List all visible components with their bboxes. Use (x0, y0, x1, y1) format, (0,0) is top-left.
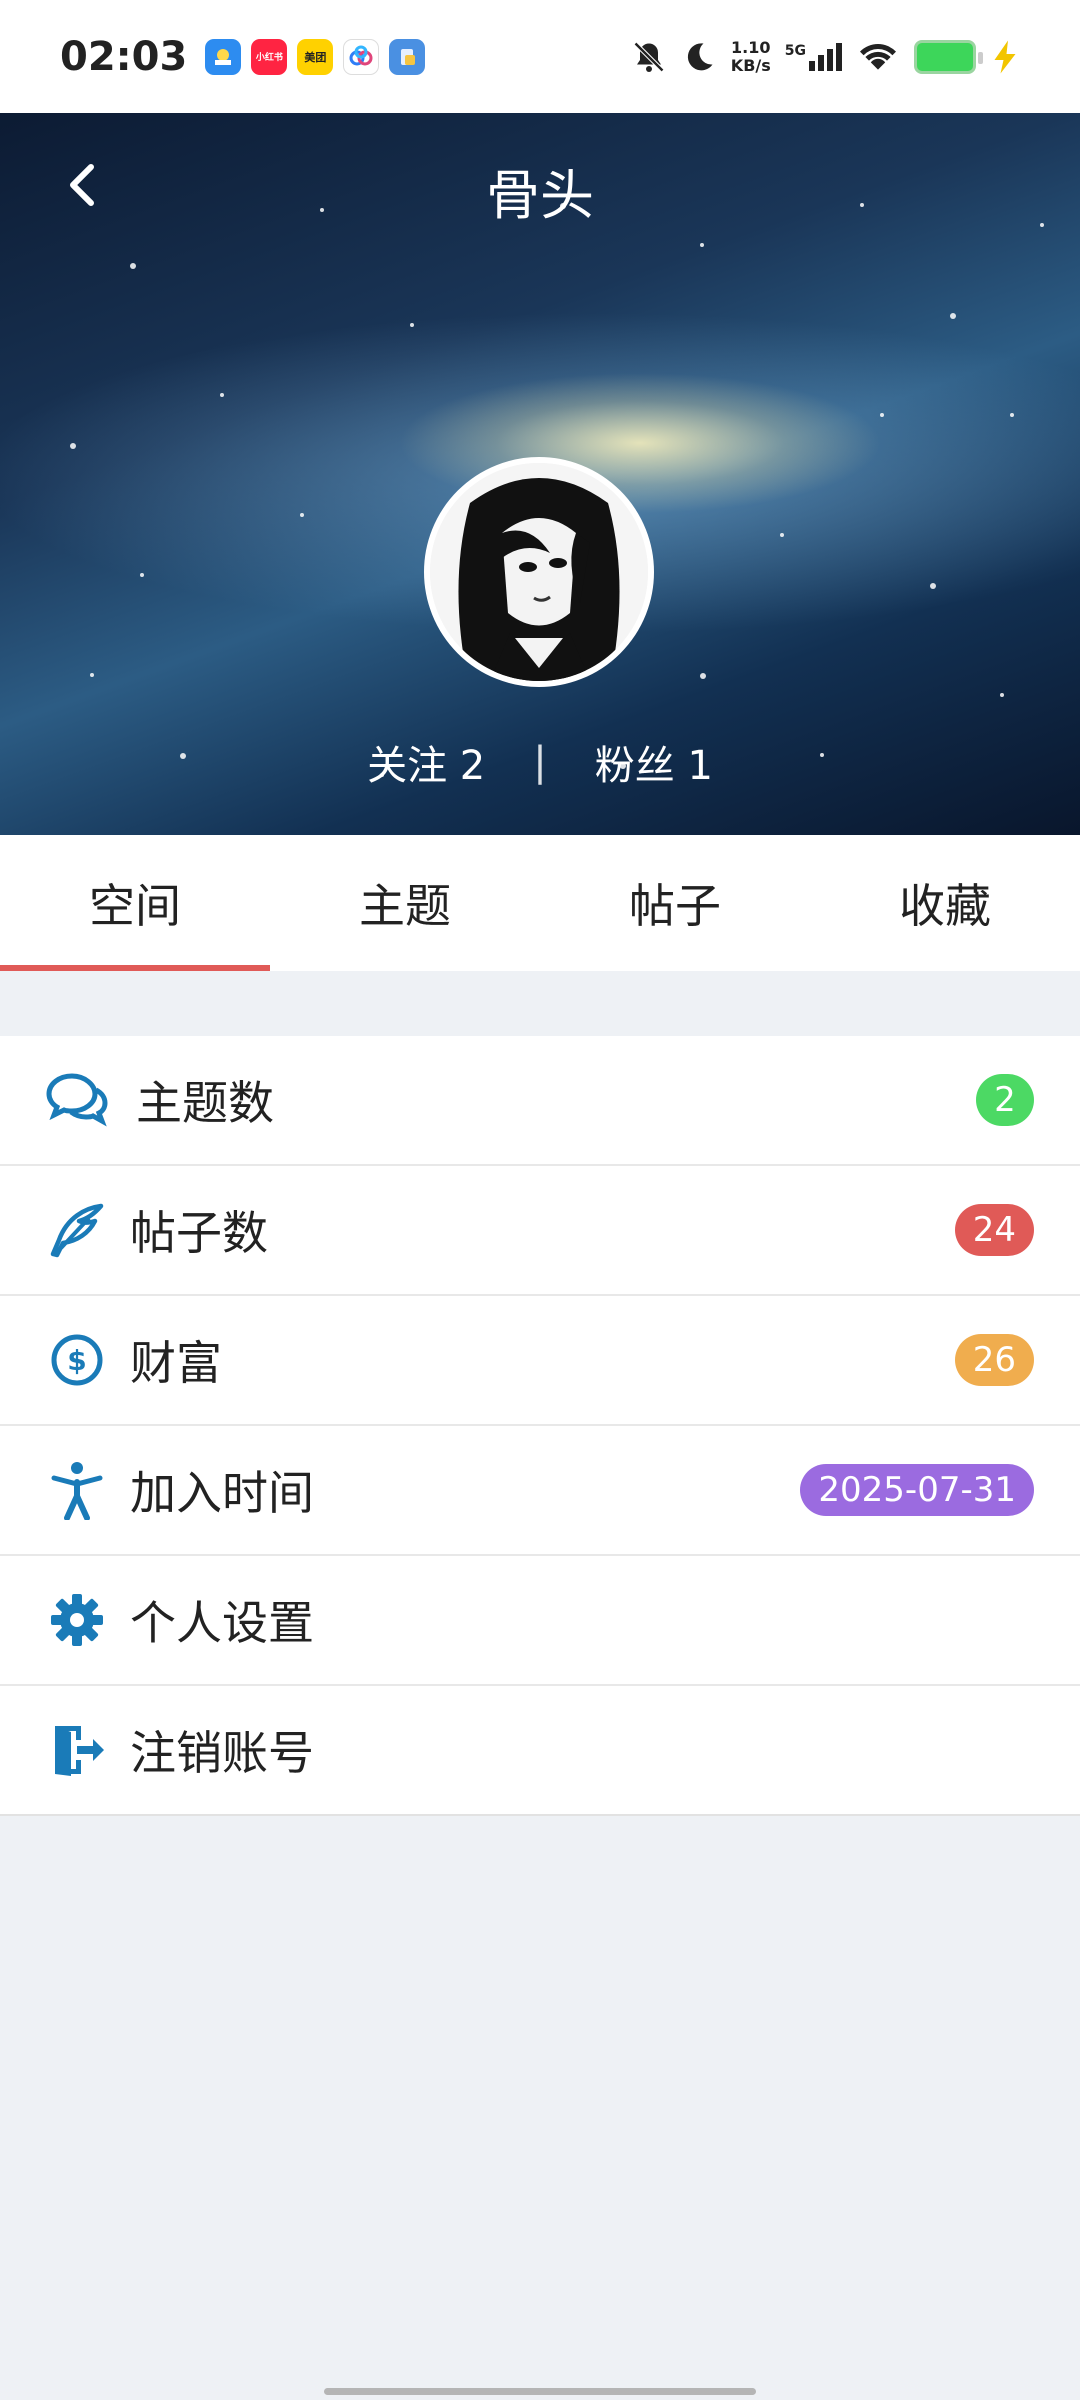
list-item-wealth[interactable]: $ 财富 26 (0, 1296, 1080, 1426)
star-dot (70, 443, 76, 449)
cellular-signal-icon: 5G (784, 42, 842, 71)
status-time: 02:03 (60, 33, 188, 80)
do-not-disturb-moon-icon (687, 42, 713, 70)
star-dot (130, 263, 136, 269)
avatar-illustration (430, 463, 648, 681)
network-speed: 1.10 KB/s (730, 37, 771, 75)
network-type: 5G (784, 42, 806, 59)
feather-icon (46, 1199, 108, 1261)
battery-icon (914, 39, 983, 74)
wifi-icon (860, 43, 896, 70)
list-item-label: 个人设置 (130, 1596, 314, 1650)
fans-count[interactable]: 粉丝 1 (595, 733, 713, 791)
avatar[interactable] (424, 457, 654, 687)
list-item-label: 注销账号 (130, 1726, 314, 1780)
list-item-label: 帖子数 (130, 1206, 268, 1260)
list-item-post-count[interactable]: 帖子数 24 (0, 1166, 1080, 1296)
profile-banner: 骨头 关注 2 | 粉丝 1 (0, 113, 1080, 835)
charging-bolt-icon (994, 40, 1016, 73)
network-speed-value: 1.10 (731, 37, 771, 57)
list-item-label: 财富 (130, 1336, 222, 1390)
star-dot (950, 313, 956, 319)
files-app-icon (389, 38, 426, 75)
stats-divider: | (533, 739, 547, 785)
join-date-badge: 2025-07-31 (800, 1464, 1034, 1516)
tab-topics[interactable]: 主题 (270, 835, 540, 971)
list-item-settings[interactable]: 个人设置 (0, 1556, 1080, 1686)
wealth-badge: 26 (954, 1334, 1034, 1386)
tab-posts[interactable]: 帖子 (540, 835, 810, 971)
gear-icon (46, 1589, 108, 1651)
status-bar: 02:03 小红书 美团 1.10 KB/s 5G (0, 0, 1080, 113)
list-item-label: 加入时间 (130, 1466, 314, 1520)
xiaohongshu-app-icon: 小红书 (251, 38, 288, 75)
following-count[interactable]: 关注 2 (367, 733, 485, 791)
mute-bell-icon (633, 41, 664, 72)
meituan-app-icon: 美团 (297, 38, 334, 75)
profile-menu-list: 主题数 2 帖子数 24 $ 财富 26 加入时间 2025-07-31 个人设… (0, 1036, 1080, 1816)
status-indicators: 1.10 KB/s 5G (631, 37, 1020, 75)
star-dot (140, 573, 144, 577)
profile-tabs: 空间 主题 帖子 收藏 (0, 835, 1080, 971)
network-speed-unit: KB/s (730, 55, 771, 75)
person-icon (46, 1459, 108, 1521)
svg-text:$: $ (67, 1344, 86, 1377)
star-dot (1010, 413, 1014, 417)
list-item-label: 主题数 (136, 1076, 274, 1130)
post-count-badge: 24 (954, 1204, 1034, 1256)
star-dot (220, 393, 224, 397)
tab-favorites[interactable]: 收藏 (810, 835, 1080, 971)
gallery-app-icon (205, 38, 242, 75)
home-indicator[interactable] (324, 2388, 756, 2395)
notification-app-icons: 小红书 美团 (205, 38, 426, 75)
star-dot (930, 583, 936, 589)
page-title: 骨头 (486, 164, 594, 227)
list-item-join-date[interactable]: 加入时间 2025-07-31 (0, 1426, 1080, 1556)
follow-stats: 关注 2 | 粉丝 1 (0, 733, 1080, 791)
star-dot (880, 413, 884, 417)
star-dot (700, 673, 706, 679)
star-dot (700, 243, 704, 247)
logout-icon (46, 1719, 108, 1781)
list-item-logout[interactable]: 注销账号 (0, 1686, 1080, 1816)
baidu-netdisk-app-icon (343, 38, 380, 75)
comments-icon (46, 1069, 108, 1131)
star-dot (780, 533, 784, 537)
star-dot (300, 513, 304, 517)
topic-count-badge: 2 (976, 1074, 1034, 1126)
star-dot (90, 673, 94, 677)
list-item-topic-count[interactable]: 主题数 2 (0, 1036, 1080, 1166)
tab-space[interactable]: 空间 (0, 835, 270, 971)
star-dot (1000, 693, 1004, 697)
dollar-icon: $ (46, 1329, 108, 1391)
star-dot (410, 323, 414, 327)
